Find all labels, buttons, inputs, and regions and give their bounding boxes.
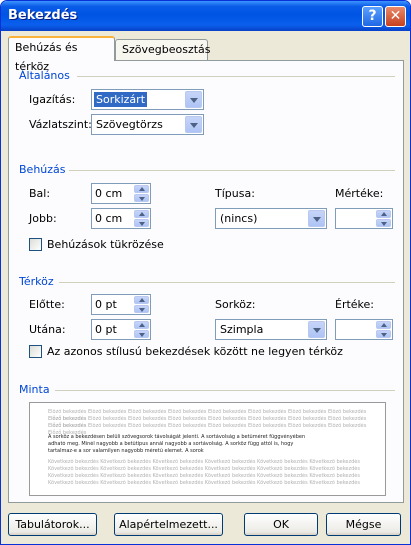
outline-level-value: Szövegtörzs — [96, 118, 163, 131]
arrow-down-icon[interactable] — [134, 330, 149, 338]
special-indent-label: Típusa: — [215, 187, 255, 200]
spinner-arrows[interactable] — [134, 296, 149, 313]
indent-right-spinner[interactable]: 0 cm — [91, 208, 151, 229]
space-after-label: Utána: — [29, 323, 66, 336]
indent-by-spinner[interactable] — [335, 208, 393, 229]
title-bar[interactable]: Bekezdés ? ✕ — [1, 1, 410, 31]
arrow-down-icon[interactable] — [134, 305, 149, 313]
indent-left-spinner[interactable]: 0 cm — [91, 183, 151, 204]
preview-next-line: Következő bekezdés Következő bekezdés Kö… — [48, 459, 360, 465]
divider — [77, 76, 395, 77]
indent-left-label: Bal: — [29, 187, 51, 200]
indent-group-title: Behúzás — [19, 163, 66, 176]
spinner-arrows[interactable] — [134, 185, 149, 202]
chevron-down-icon[interactable] — [185, 91, 202, 108]
arrow-up-icon[interactable] — [376, 210, 391, 218]
dialog-title: Bekezdés — [8, 8, 78, 23]
space-before-spinner[interactable]: 0 pt — [91, 294, 151, 315]
space-before-label: Előtte: — [29, 298, 65, 311]
line-spacing-select[interactable]: Szimpla — [215, 319, 327, 340]
outline-level-select[interactable]: Szövegtörzs — [91, 114, 204, 135]
arrow-up-icon[interactable] — [134, 296, 149, 304]
arrow-up-icon[interactable] — [134, 210, 149, 218]
indent-right-value: 0 cm — [95, 212, 123, 225]
no-space-same-style-checkbox[interactable] — [29, 345, 42, 358]
tab-panel: Általános Igazítás: Sorkizárt Vázlatszin… — [8, 60, 404, 503]
arrow-down-icon[interactable] — [376, 330, 391, 338]
spinner-arrows[interactable] — [376, 321, 391, 338]
indent-by-label: Mértéke: — [335, 187, 384, 200]
spinner-arrows[interactable] — [134, 210, 149, 227]
alignment-value: Sorkizárt — [94, 92, 148, 107]
preview-sample-line: adható meg. Minél nagyobb a betűtípus an… — [48, 441, 294, 447]
line-spacing-label: Sorköz: — [215, 298, 256, 311]
spinner-arrows[interactable] — [134, 321, 149, 338]
paragraph-dialog: Bekezdés ? ✕ Behúzás és térköz Szövegbeo… — [0, 0, 411, 545]
space-before-value: 0 pt — [95, 298, 117, 311]
mirror-indents-label: Behúzások tükrözése — [47, 238, 164, 251]
preview-next-line: Következő bekezdés Következő bekezdés Kö… — [48, 466, 360, 472]
preview-next-line: Következő bekezdés Következő bekezdés Kö… — [48, 480, 360, 486]
preview-sample-line: tartalmaz-e a sor valamilyen nagyobb mér… — [48, 448, 204, 454]
arrow-up-icon[interactable] — [376, 321, 391, 329]
alignment-select[interactable]: Sorkizárt — [91, 89, 204, 110]
arrow-up-icon[interactable] — [134, 321, 149, 329]
special-indent-select[interactable]: (nincs) — [215, 208, 327, 229]
line-spacing-value: Szimpla — [220, 323, 264, 336]
special-indent-value: (nincs) — [220, 212, 258, 225]
preview-group-title: Minta — [19, 383, 50, 396]
space-after-value: 0 pt — [95, 323, 117, 336]
help-icon[interactable]: ? — [362, 6, 383, 27]
chevron-down-icon[interactable] — [308, 321, 325, 338]
close-icon[interactable]: ✕ — [385, 6, 406, 27]
arrow-up-icon[interactable] — [134, 185, 149, 193]
arrow-down-icon[interactable] — [134, 194, 149, 202]
space-after-spinner[interactable]: 0 pt — [91, 319, 151, 340]
preview-next-line: Következő bekezdés Következő bekezdés Kö… — [48, 473, 360, 479]
divider — [59, 282, 395, 283]
chevron-down-icon[interactable] — [185, 116, 202, 133]
tabs-button[interactable]: Tabulátorok... — [8, 513, 97, 536]
outline-level-label: Vázlatszint: — [29, 118, 92, 131]
indent-right-label: Jobb: — [29, 212, 57, 225]
line-spacing-at-spinner[interactable] — [335, 319, 393, 340]
preview-sample-line: A sorköz a bekezdésen belüli szövegsorok… — [48, 434, 306, 440]
alignment-label: Igazítás: — [29, 93, 76, 106]
divider — [69, 170, 395, 171]
tab-text-flow[interactable]: Szövegbeosztás — [115, 39, 211, 60]
arrow-down-icon[interactable] — [376, 219, 391, 227]
line-spacing-at-label: Értéke: — [335, 298, 375, 311]
no-space-same-style-label: Az azonos stílusú bekezdések között ne l… — [47, 345, 343, 358]
spinner-arrows[interactable] — [376, 210, 391, 227]
mirror-indents-checkbox[interactable] — [29, 238, 42, 251]
arrow-down-icon[interactable] — [134, 219, 149, 227]
cancel-button[interactable]: Mégse — [326, 513, 401, 536]
chevron-down-icon[interactable] — [308, 210, 325, 227]
tab-label: Szövegbeosztás — [122, 43, 211, 56]
tab-indent-spacing[interactable]: Behúzás és térköz — [8, 36, 115, 73]
divider — [55, 390, 395, 391]
set-default-button[interactable]: Alapértelmezett... — [114, 513, 223, 536]
indent-left-value: 0 cm — [95, 187, 123, 200]
ok-button[interactable]: OK — [244, 513, 318, 536]
preview-box: Előző bekezdés Előző bekezdés Előző beke… — [29, 402, 386, 496]
spacing-group-title: Térköz — [19, 275, 54, 288]
